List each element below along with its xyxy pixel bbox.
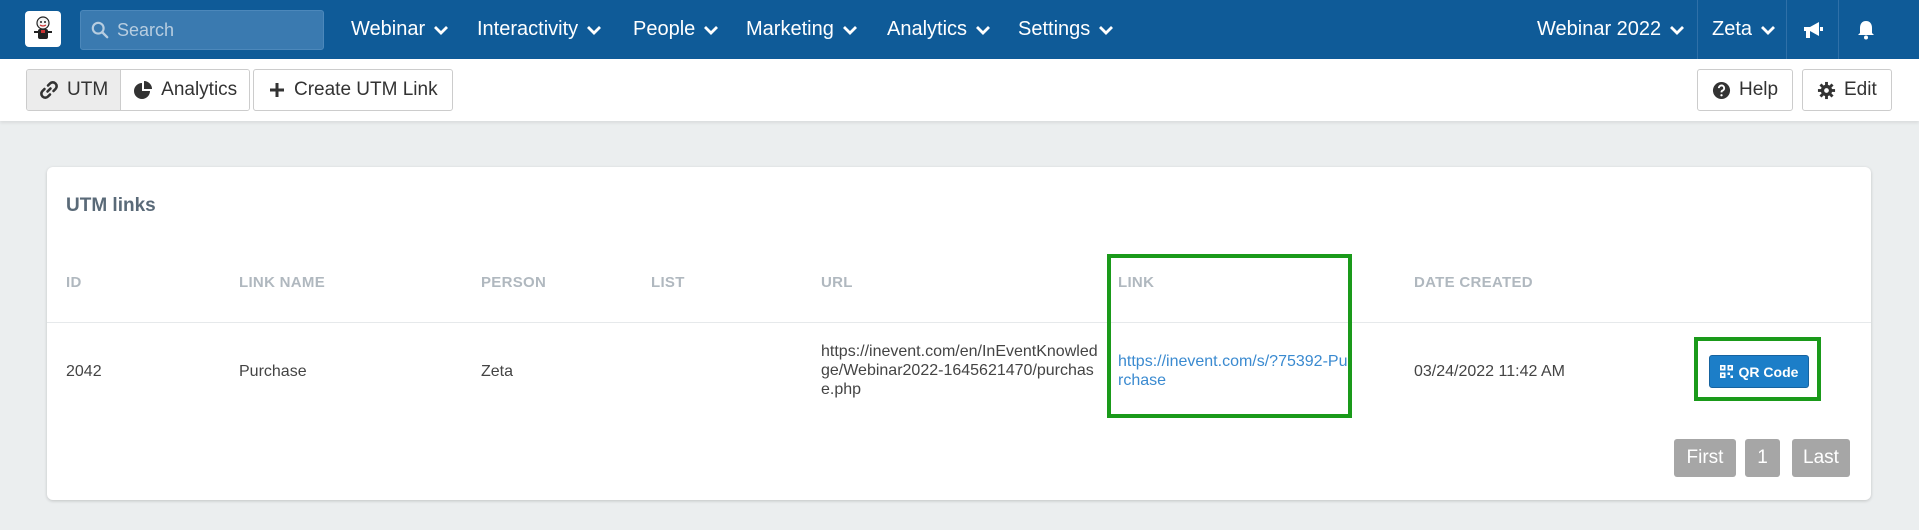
pagination-page-button[interactable]: 1 (1745, 439, 1780, 477)
column-header-list: LIST (651, 274, 685, 291)
analytics-tab-button[interactable]: Analytics (120, 70, 250, 110)
megaphone-icon (1804, 21, 1823, 38)
nav-menu-label: People (633, 18, 696, 40)
nav-menu-label: Marketing (746, 18, 834, 40)
search-input[interactable] (117, 19, 307, 41)
user-menu-label: Zeta (1712, 18, 1753, 40)
create-utm-link-label: Create UTM Link (294, 79, 438, 100)
bell-icon (1858, 20, 1874, 39)
search-icon (91, 21, 109, 39)
nav-menu-people[interactable]: People (633, 0, 719, 59)
cell-person: Zeta (481, 363, 514, 380)
nav-menu-webinar[interactable]: Webinar (351, 0, 449, 59)
chevron-down-icon (1669, 24, 1685, 36)
nav-menu-analytics[interactable]: Analytics (887, 0, 991, 59)
create-utm-link-button[interactable]: Create UTM Link (253, 69, 453, 111)
nav-menu-settings[interactable]: Settings (1018, 0, 1114, 59)
search-box[interactable] (80, 10, 324, 50)
announcements-button[interactable] (1790, 0, 1836, 59)
gear-icon (1817, 81, 1836, 100)
chevron-down-icon (433, 24, 449, 36)
nav-divider (1697, 0, 1698, 59)
chevron-down-icon (975, 24, 991, 36)
link-icon (39, 80, 59, 100)
app-logo[interactable] (25, 11, 61, 47)
event-selector-label: Webinar 2022 (1537, 18, 1662, 40)
column-header-person: PERSON (481, 274, 547, 291)
nav-menu-marketing[interactable]: Marketing (746, 0, 858, 59)
help-button[interactable]: Help (1697, 69, 1794, 111)
question-circle-icon (1712, 81, 1731, 100)
cell-id: 2042 (66, 363, 102, 380)
nav-menu-label: Webinar (351, 18, 426, 40)
help-label: Help (1739, 79, 1779, 100)
edit-label: Edit (1844, 79, 1877, 100)
utm-links-card: UTM links ID LINK NAME PERSON LIST URL L… (47, 167, 1871, 500)
column-header-url: URL (821, 274, 853, 291)
analytics-tab-label: Analytics (161, 79, 238, 100)
edit-button[interactable]: Edit (1802, 69, 1892, 111)
page-toolbar: UTM Analytics Create UTM Link Help Edit (0, 59, 1919, 121)
mascot-logo-icon (34, 16, 52, 39)
column-header-id: ID (66, 274, 82, 291)
notifications-button[interactable] (1842, 0, 1890, 59)
chevron-down-icon (1760, 24, 1776, 36)
view-toggle-group: UTM Analytics (26, 69, 251, 111)
chevron-down-icon (586, 24, 602, 36)
link-column-highlight (1107, 254, 1352, 418)
qr-code-highlight (1694, 337, 1821, 401)
utm-tab-label: UTM (67, 79, 109, 100)
column-header-link-name: LINK NAME (239, 274, 326, 291)
nav-menu-label: Settings (1018, 18, 1091, 40)
top-navbar: Webinar Interactivity People Marketing A… (0, 0, 1919, 59)
pagination-first-button[interactable]: First (1674, 439, 1736, 477)
cell-url: https://inevent.com/en/InEventKnowledge/… (821, 343, 1098, 398)
cell-date-created: 03/24/2022 11:42 AM (1414, 363, 1565, 380)
chevron-down-icon (842, 24, 858, 36)
user-menu[interactable]: Zeta (1712, 0, 1776, 59)
plus-icon (268, 81, 286, 99)
table-divider (47, 322, 1871, 323)
event-selector[interactable]: Webinar 2022 (1537, 0, 1685, 59)
chevron-down-icon (1098, 24, 1114, 36)
utm-tab-button[interactable]: UTM (27, 70, 121, 110)
nav-divider (1786, 0, 1787, 59)
nav-menu-label: Interactivity (477, 18, 579, 40)
nav-menu-label: Analytics (887, 18, 968, 40)
pie-chart-icon (133, 80, 153, 100)
column-header-date-created: DATE CREATED (1414, 274, 1533, 291)
chevron-down-icon (703, 24, 719, 36)
pagination-last-button[interactable]: Last (1792, 439, 1850, 477)
nav-menu-interactivity[interactable]: Interactivity (477, 0, 602, 59)
cell-link-name: Purchase (239, 363, 307, 380)
nav-divider (1838, 0, 1839, 59)
card-title: UTM links (66, 195, 156, 216)
